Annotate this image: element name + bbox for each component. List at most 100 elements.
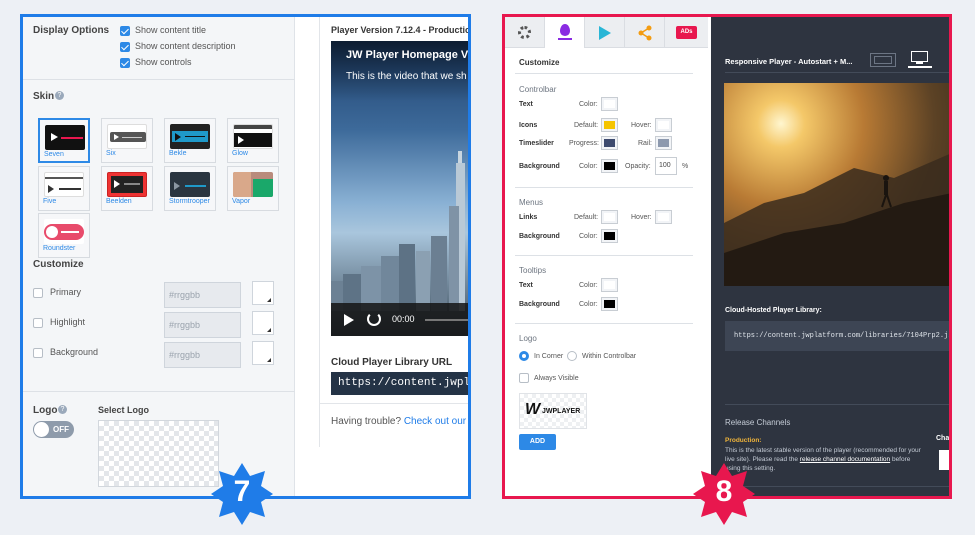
skin-vapor[interactable]: Vapor: [227, 166, 279, 211]
tooltips-text-swatch[interactable]: [601, 278, 618, 292]
timeslider-label: Timeslider: [519, 140, 554, 147]
library-url-field[interactable]: https://content.jwplatform.com/libraries…: [725, 321, 949, 351]
skin-seven[interactable]: Seven: [38, 118, 90, 163]
play-icon[interactable]: [344, 314, 354, 326]
primary-color-input[interactable]: #rrggbb: [164, 282, 241, 308]
tab-bar: ADs: [505, 17, 708, 48]
checkbox-background[interactable]: [33, 348, 43, 358]
highlight-color-swatch[interactable]: [252, 311, 274, 335]
menus-background-label: Background: [519, 233, 560, 240]
skin-glow[interactable]: Glow: [227, 118, 279, 163]
checkbox-always-visible[interactable]: [519, 373, 529, 383]
icons-hover-color-swatch[interactable]: [655, 118, 672, 132]
step-badge-8: 8: [691, 461, 757, 527]
tab-sharing[interactable]: [625, 17, 665, 47]
color-label: Color:: [579, 101, 598, 108]
progress-rail[interactable]: [425, 319, 468, 321]
links-default-swatch[interactable]: [601, 210, 618, 224]
skin-five[interactable]: Five: [38, 166, 90, 211]
customize-heading: Customize: [33, 259, 84, 270]
skin-thumbnail: [107, 172, 147, 197]
checkbox-show-description[interactable]: [120, 42, 130, 52]
background-color-input[interactable]: #rrggbb: [164, 342, 241, 368]
customize-label: Highlight: [50, 317, 86, 327]
checkbox-primary[interactable]: [33, 288, 43, 298]
skin-name: Beelden: [106, 198, 132, 205]
rewind-icon[interactable]: [367, 312, 381, 326]
help-icon[interactable]: ?: [55, 91, 64, 100]
checkbox-show-controls[interactable]: [120, 58, 130, 68]
controlbar-text-label: Text: [519, 101, 533, 108]
skin-name: Roundster: [43, 245, 76, 252]
library-url-field[interactable]: https://content.jwplatfor: [331, 372, 468, 395]
library-heading: Cloud-Hosted Player Library:: [725, 307, 822, 314]
color-label: Color:: [579, 163, 598, 170]
tab-ads[interactable]: ADs: [665, 17, 708, 47]
preview-area: Player Version 7.12.4 - Productio JW Pla…: [295, 17, 468, 496]
skin-thumbnail: [45, 125, 85, 150]
divider: [515, 187, 693, 188]
skin-beelden[interactable]: Beelden: [101, 166, 153, 211]
primary-color-swatch[interactable]: [252, 281, 274, 305]
control-bar: 00:00: [331, 303, 468, 336]
player-version: Player Version 7.12.4 - Productio: [331, 25, 471, 35]
tab-settings[interactable]: [505, 17, 545, 47]
panel-7: Display Options Show content title Show …: [20, 14, 471, 499]
skin-six[interactable]: Six: [101, 118, 153, 163]
production-label: Production:: [725, 437, 762, 444]
ads-icon: ADs: [676, 26, 697, 39]
logo-preview[interactable]: W JWPLAYER: [519, 393, 587, 429]
play-outline-icon: [599, 26, 611, 40]
tooltips-bg-swatch[interactable]: [601, 297, 618, 311]
color-label: Color:: [579, 282, 598, 289]
menus-bg-swatch[interactable]: [601, 229, 618, 243]
controlbar-bg-color-swatch[interactable]: [601, 159, 618, 173]
desktop-view-icon[interactable]: [908, 50, 932, 68]
tooltips-heading: Tooltips: [519, 266, 547, 275]
skin-bekle[interactable]: Bekle: [164, 118, 216, 163]
release-docs-link[interactable]: release channel documentation: [800, 456, 890, 463]
channel-select[interactable]: [939, 450, 949, 470]
opacity-input[interactable]: 100: [655, 157, 677, 175]
tab-playback[interactable]: [585, 17, 625, 47]
opacity-label: Opacity:: [625, 163, 651, 170]
links-hover-swatch[interactable]: [655, 210, 672, 224]
skin-roundster[interactable]: Roundster: [38, 213, 90, 258]
tips-link[interactable]: Check out our tip: [404, 416, 468, 427]
tab-skin[interactable]: [545, 17, 585, 48]
default-label: Default:: [574, 122, 599, 129]
logo-dropzone[interactable]: [98, 420, 219, 487]
icons-default-color-swatch[interactable]: [601, 118, 618, 132]
customize-label: Background: [50, 347, 99, 357]
controlbar-text-color-swatch[interactable]: [601, 97, 618, 111]
radio-within-controlbar[interactable]: [567, 351, 577, 361]
video-player[interactable]: JW Player Homepage Vid This is the video…: [331, 41, 468, 336]
skin-thumbnail: [170, 172, 210, 197]
customize-heading: Customize: [519, 58, 560, 67]
radio-in-corner[interactable]: [519, 351, 529, 361]
divider: [23, 391, 295, 392]
checkbox-label: Always Visible: [534, 375, 579, 382]
logo-heading: Logo: [519, 334, 537, 343]
background-color-swatch[interactable]: [252, 341, 274, 365]
checkbox-show-title[interactable]: [120, 26, 130, 36]
skin-heading: Skin: [33, 91, 55, 102]
mobile-view-icon[interactable]: [870, 53, 896, 67]
video-player[interactable]: [724, 83, 949, 286]
checkbox-highlight[interactable]: [33, 318, 43, 328]
add-logo-button[interactable]: ADD: [519, 434, 556, 450]
skin-name: Vapor: [232, 198, 251, 205]
player-title: Responsive Player - Autostart + M...: [725, 57, 853, 66]
divider: [320, 403, 468, 404]
timeslider-progress-swatch[interactable]: [601, 136, 618, 150]
mountain-hiker-image: [724, 154, 949, 286]
help-icon[interactable]: ?: [58, 405, 67, 414]
panel-8: ADs Customize Controlbar Text Color: Ico…: [502, 14, 952, 499]
highlight-color-input[interactable]: #rrggbb: [164, 312, 241, 338]
checkbox-label: Show content description: [135, 41, 236, 51]
customize-label: Primary: [50, 287, 81, 297]
logo-toggle[interactable]: OFF: [33, 421, 74, 438]
skin-stormtrooper[interactable]: Stormtrooper: [164, 166, 216, 211]
trouble-line: Having trouble? Check out our tip: [331, 416, 468, 427]
timeslider-rail-swatch[interactable]: [655, 136, 672, 150]
